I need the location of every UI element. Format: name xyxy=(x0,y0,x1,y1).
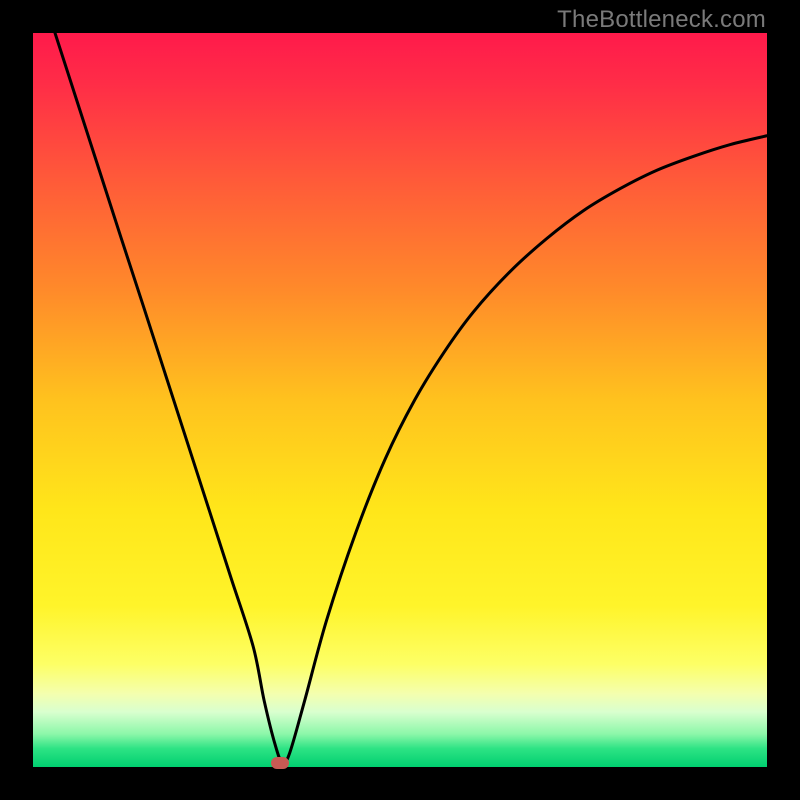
curve-layer xyxy=(33,33,767,767)
chart-frame xyxy=(33,33,767,767)
bottleneck-curve xyxy=(55,33,767,764)
watermark-text: TheBottleneck.com xyxy=(557,6,766,34)
optimum-marker xyxy=(271,757,289,769)
